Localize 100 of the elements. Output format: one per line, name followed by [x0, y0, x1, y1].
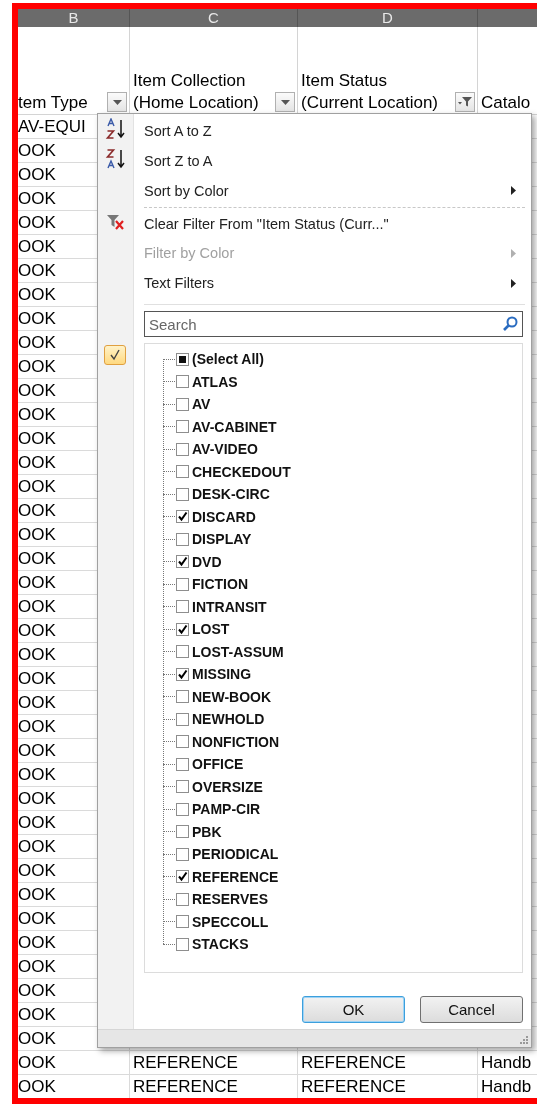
checkbox-label[interactable]: MISSING [192, 666, 252, 683]
dialog-button[interactable]: OK [302, 996, 405, 1024]
checkbox-label[interactable]: LOST [192, 621, 230, 638]
submenu-arrow-icon [511, 278, 516, 288]
header-cell-text: Item Collection (Home Location) [133, 70, 260, 114]
table-cell: OOK [18, 1053, 56, 1072]
checkbox[interactable] [176, 623, 189, 636]
checkbox-label[interactable]: AV [192, 396, 211, 413]
menu-item[interactable]: Clear Filter From "Item Status (Curr..." [133, 215, 511, 232]
checkbox[interactable] [176, 555, 189, 569]
submenu-arrow-icon [511, 248, 516, 258]
checkbox-label[interactable]: OVERSIZE [192, 779, 263, 795]
checkbox[interactable] [176, 870, 189, 884]
column-letter[interactable]: D [298, 9, 478, 27]
checkbox[interactable] [176, 915, 189, 929]
checkbox[interactable] [176, 443, 189, 456]
checkbox[interactable] [176, 510, 189, 524]
checkbox-label[interactable]: PBK [192, 824, 222, 840]
checkbox[interactable] [176, 780, 189, 794]
table-cell: REFERENCE [133, 1053, 238, 1072]
checkbox[interactable] [176, 825, 189, 839]
checkbox[interactable] [176, 375, 189, 389]
dropdown-arrow-icon [280, 99, 290, 105]
checkbox[interactable] [176, 645, 189, 659]
table-cell: OOK [18, 741, 56, 760]
table-cell: OOK [18, 909, 56, 928]
checkbox[interactable] [176, 668, 189, 681]
checkbox-label[interactable]: PERIODICAL [192, 846, 279, 863]
table-cell: OOK [18, 1005, 56, 1024]
checkbox-label[interactable]: LOST-ASSUM [192, 644, 284, 660]
checkbox-label[interactable]: CHECKEDOUT [192, 464, 291, 480]
checkbox-label[interactable]: NEW-BOOK [192, 689, 272, 705]
table-cell: OOK [18, 261, 56, 280]
column-letter[interactable]: B [18, 9, 130, 27]
checkbox[interactable] [176, 488, 189, 501]
checkbox-label[interactable]: RESERVES [192, 891, 268, 908]
sort-ascending-icon [104, 118, 127, 141]
checkbox-label[interactable]: INTRANSIT [192, 599, 267, 615]
checkbox-label[interactable]: (Select All) [192, 351, 264, 368]
checkbox[interactable] [176, 398, 189, 411]
checkbox[interactable] [176, 353, 189, 366]
table-cell: OOK [18, 1077, 56, 1096]
resize-grip-icon[interactable] [519, 1035, 529, 1045]
table-cell: OOK [18, 789, 56, 808]
checkbox[interactable] [176, 848, 189, 861]
checkbox-label[interactable]: DVD [192, 554, 222, 570]
checkbox[interactable] [176, 758, 189, 771]
search-field[interactable]: Search [144, 311, 523, 338]
checkbox-label[interactable]: AV-VIDEO [192, 441, 258, 458]
table-cell: OOK [18, 837, 56, 856]
checkbox[interactable] [176, 600, 189, 614]
checkbox[interactable] [176, 533, 189, 546]
checkbox-label[interactable]: REFERENCE [192, 869, 279, 885]
table-cell: OOK [18, 357, 56, 376]
checkbox[interactable] [176, 893, 189, 906]
table-cell: OOK [18, 189, 56, 208]
table-cell: OOK [18, 669, 56, 688]
checkbox-label[interactable]: STACKS [192, 936, 249, 953]
column-letter[interactable]: C [130, 9, 298, 27]
table-cell: OOK [18, 525, 56, 544]
checkbox[interactable] [176, 420, 189, 434]
checkbox-label[interactable]: DESK-CIRC [192, 486, 270, 503]
table-cell: OOK [18, 717, 56, 736]
checkbox[interactable] [176, 735, 189, 749]
checkbox[interactable] [176, 465, 189, 479]
table-cell: REFERENCE [301, 1053, 406, 1072]
checkbox[interactable] [176, 690, 189, 704]
checkbox-label[interactable]: FICTION [192, 576, 248, 593]
table-cell: OOK [18, 501, 56, 520]
menu-item[interactable]: Sort A to Z [133, 122, 511, 139]
menu-item[interactable]: Sort by Color [133, 182, 511, 199]
table-cell: OOK [18, 549, 56, 568]
checkbox-label[interactable]: PAMP-CIR [192, 801, 261, 818]
table-cell: OOK [18, 981, 56, 1000]
dialog-button[interactable]: Cancel [420, 996, 523, 1024]
table-cell: OOK [18, 885, 56, 904]
checkbox-label[interactable]: DISPLAY [192, 531, 252, 548]
checkbox-label[interactable]: DISCARD [192, 509, 256, 525]
submenu-arrow-icon [511, 186, 516, 196]
filter-dropdown-button[interactable] [107, 92, 127, 112]
table-cell: Handb [481, 1077, 532, 1096]
checkbox-label[interactable]: OFFICE [192, 756, 244, 773]
table-cell: OOK [18, 933, 56, 952]
table-cell: OOK [18, 285, 56, 304]
checkbox-label[interactable]: NEWHOLD [192, 711, 265, 728]
filter-dropdown-button[interactable] [275, 92, 295, 112]
table-cell: REFERENCE [133, 1077, 238, 1096]
checkbox-label[interactable]: AV-CABINET [192, 419, 277, 435]
menu-item[interactable]: Sort Z to A [133, 152, 511, 169]
checkbox-label[interactable]: NONFICTION [192, 734, 280, 750]
checkbox[interactable] [176, 578, 189, 591]
checkbox-label[interactable]: ATLAS [192, 374, 238, 390]
checkbox[interactable] [176, 803, 189, 816]
checkbox[interactable] [176, 938, 189, 951]
checkbox[interactable] [176, 713, 189, 726]
menu-item[interactable]: Text Filters [133, 275, 511, 292]
table-cell: OOK [18, 429, 56, 448]
table-cell: AV-EQUI [18, 117, 86, 136]
filter-dropdown-button[interactable] [455, 92, 475, 112]
checkbox-label[interactable]: SPECCOLL [192, 914, 269, 930]
